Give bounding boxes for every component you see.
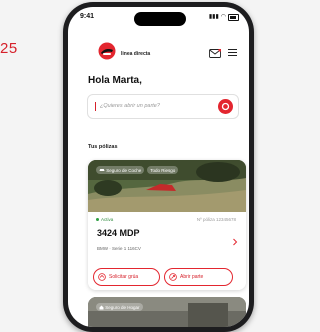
tag-coche: Seguro de Coche [96,166,145,174]
search-icon [221,102,230,111]
brand-logo-text: linea directa [121,51,151,57]
policy-tags: Seguro de Coche Todo Riesgo [96,166,179,174]
app-header: linea directa [68,31,249,60]
open-claim-button[interactable]: Abrir parte [164,268,233,286]
car-icon [99,169,105,172]
wifi-icon: ◠ [220,14,226,20]
policy-card-body: Activa Nº póliza 12345678 3424 MDP BMW ·… [88,212,246,290]
battery-icon [228,14,239,21]
policies-section-title: Tus pólizas [88,144,118,150]
policy-type-label: Seguro de Coche [106,167,142,173]
claim-icon [169,273,177,281]
mail-icon[interactable] [209,49,221,58]
open-claim-search-input[interactable]: ¿Quieres abrir un parte? [87,94,239,119]
chevron-right-icon[interactable] [232,238,238,246]
search-submit-button[interactable] [218,99,233,114]
policy-status-label: Activa [101,217,114,222]
policy-number: Nº póliza 12345678 [196,217,236,222]
policy-card[interactable]: Seguro de Coche Todo Riesgo Activa Nº pó… [88,160,246,290]
license-plate: 3424 MDP [97,228,140,238]
status-bar: 9:41 ▮▮▮ ◠ [68,7,249,29]
policy-status: Activa [96,217,113,222]
tag-hogar: Seguro de Hogar [96,303,143,312]
home-policy-type-label: Seguro de Hogar [105,304,140,310]
partial-year-text: 25 [0,40,18,57]
open-claim-label: Abrir parte [180,274,204,280]
request-tow-label: Solicitar grúa [109,274,139,280]
home-policy-tags: Seguro de Hogar [96,303,143,312]
status-dot-icon [96,218,99,221]
coverage-tag: Todo Riesgo [147,166,179,174]
signal-icon: ▮▮▮ [208,14,219,20]
vehicle-model: BMW · Serie 1 116CV [97,246,141,251]
hamburger-menu-icon[interactable] [228,49,237,57]
dynamic-island [134,12,186,26]
home-photo [88,297,246,327]
request-tow-button[interactable]: Solicitar grúa [93,268,160,286]
greeting-heading: Hola Marta, [88,75,142,86]
text-cursor [95,102,96,111]
phone-screen: 9:41 ▮▮▮ ◠ linea directa Hola Marta, ¿Qu… [68,7,249,327]
search-placeholder: ¿Quieres abrir un parte? [100,103,160,109]
status-time: 9:41 [80,13,95,20]
status-icons: ▮▮▮ ◠ [208,13,239,21]
tow-truck-icon [98,273,106,281]
house-icon [99,305,104,310]
brand-logo-icon [98,42,116,60]
home-policy-card[interactable]: Seguro de Hogar [88,297,246,327]
